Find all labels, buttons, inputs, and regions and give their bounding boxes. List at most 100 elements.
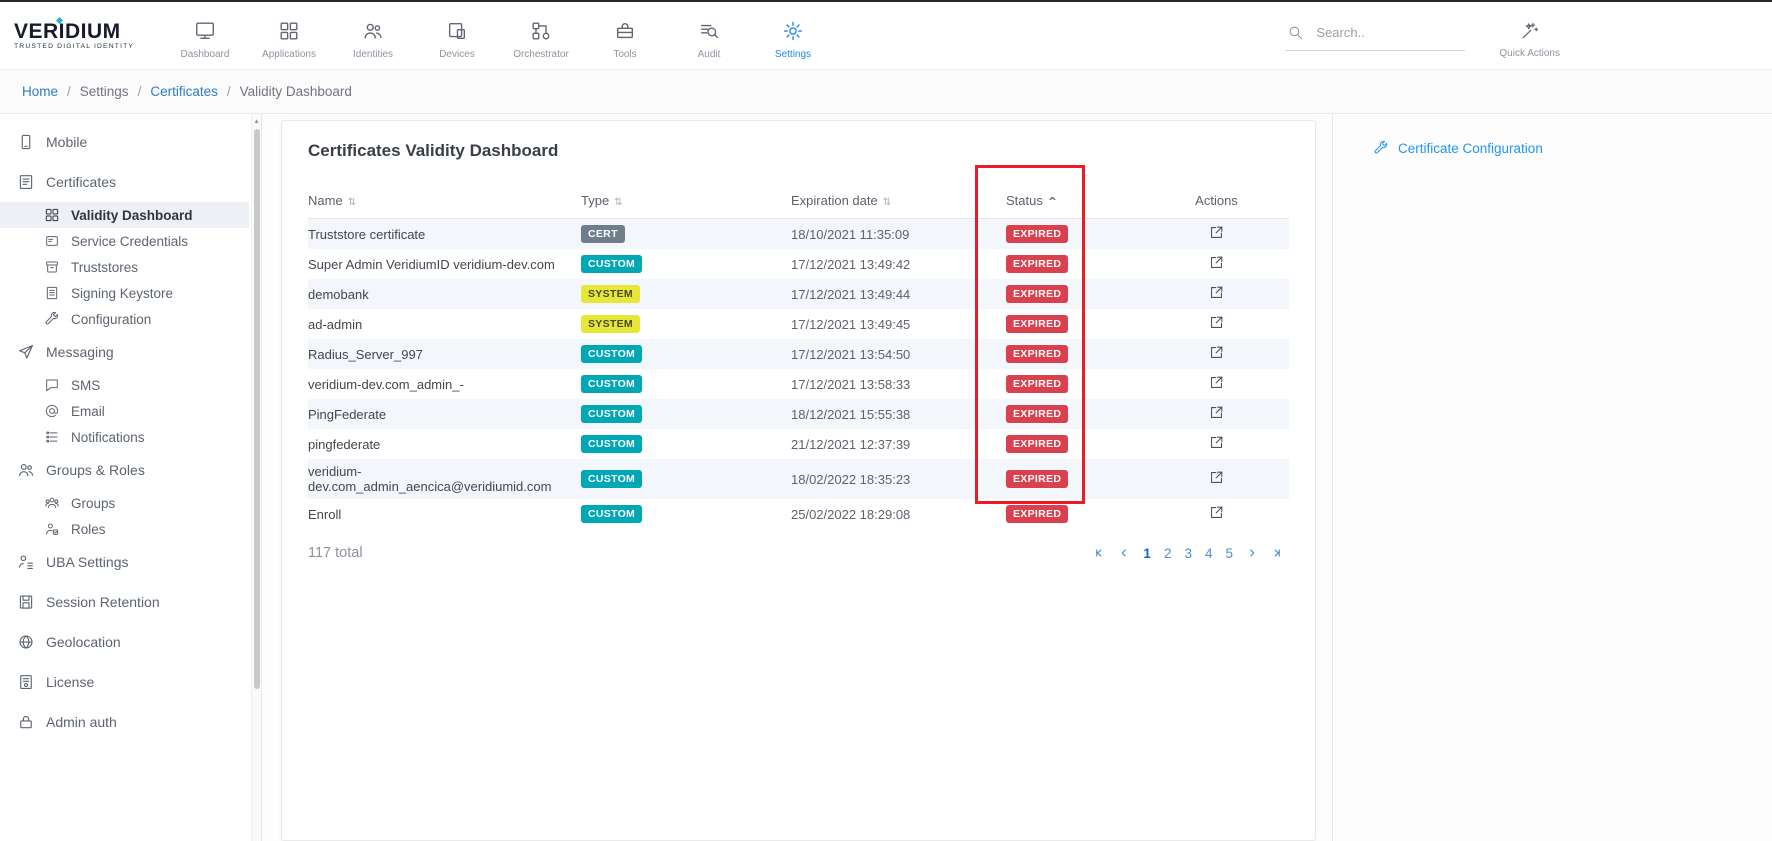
sidebar-item-notifications[interactable]: Notifications — [0, 424, 249, 450]
cell-type: CUSTOM — [581, 369, 791, 399]
signing-keystore-icon — [44, 285, 60, 301]
pagination-page-3[interactable]: 3 — [1184, 546, 1192, 561]
global-search — [1285, 20, 1465, 51]
sidebar-item-geolocation[interactable]: Geolocation — [0, 622, 249, 662]
cell-name: Radius_Server_997 — [308, 339, 581, 369]
pagination-page-1[interactable]: 1 — [1143, 546, 1151, 561]
status-badge: EXPIRED — [1006, 435, 1068, 453]
sidebar-scrollbar-thumb[interactable] — [254, 129, 260, 689]
pagination-last[interactable] — [1271, 547, 1283, 559]
column-header-status[interactable]: Status^ — [1006, 187, 1156, 219]
table-row: demobank SYSTEM 17/12/2021 13:49:44 EXPI… — [308, 279, 1289, 309]
nav-item-tools[interactable]: Tools — [596, 12, 654, 60]
primary-nav: Dashboard Applications Identities Device… — [176, 12, 822, 60]
open-certificate-action-icon[interactable] — [1208, 374, 1225, 391]
nav-item-devices[interactable]: Devices — [428, 12, 486, 60]
sidebar-item-license[interactable]: License — [0, 662, 249, 702]
cell-name: veridium-dev.com_admin_aencica@veridiumi… — [308, 459, 581, 499]
breadcrumb-certificates[interactable]: Certificates — [150, 84, 218, 99]
breadcrumb-separator: / — [138, 84, 142, 99]
nav-item-dashboard[interactable]: Dashboard — [176, 12, 234, 60]
cell-expiration: 17/12/2021 13:58:33 — [791, 369, 1006, 399]
pagination-first[interactable] — [1093, 547, 1105, 559]
column-header-type[interactable]: Type⇅ — [581, 187, 791, 219]
sidebar-item-service-credentials[interactable]: Service Credentials — [0, 228, 249, 254]
nav-item-orchestrator[interactable]: Orchestrator — [512, 12, 570, 60]
validity-dashboard-icon — [44, 207, 60, 223]
sidebar-item-email[interactable]: Email — [0, 398, 249, 424]
right-panel: Certificate Configuration — [1332, 114, 1772, 841]
pagination-next[interactable] — [1246, 547, 1258, 559]
cell-type: CUSTOM — [581, 249, 791, 279]
open-certificate-action-icon[interactable] — [1208, 254, 1225, 271]
breadcrumb-home[interactable]: Home — [22, 84, 58, 99]
nav-item-identities[interactable]: Identities — [344, 12, 402, 60]
sidebar-item-mobile[interactable]: Mobile — [0, 122, 249, 162]
cell-expiration: 18/12/2021 15:55:38 — [791, 399, 1006, 429]
open-certificate-action-icon[interactable] — [1208, 344, 1225, 361]
sidebar-item-certificates[interactable]: Certificates — [0, 162, 249, 202]
column-header-name[interactable]: Name⇅ — [308, 187, 581, 219]
status-badge: EXPIRED — [1006, 505, 1068, 523]
sidebar-item-truststores[interactable]: Truststores — [0, 254, 249, 280]
cell-type: CUSTOM — [581, 399, 791, 429]
sidebar-item-roles[interactable]: Roles — [0, 516, 249, 542]
groups-roles-icon — [17, 461, 35, 479]
status-badge: EXPIRED — [1006, 255, 1068, 273]
brand-logo[interactable]: VERIDIUM TRUSTED DIGITAL IDENTITY — [14, 21, 142, 50]
open-certificate-action-icon[interactable] — [1208, 404, 1225, 421]
cell-status: EXPIRED — [1006, 399, 1156, 429]
table-row: ad-admin SYSTEM 17/12/2021 13:49:45 EXPI… — [308, 309, 1289, 339]
certificate-configuration-link[interactable]: Certificate Configuration — [1373, 140, 1543, 156]
sidebar-item-session-retention[interactable]: Session Retention — [0, 582, 249, 622]
sidebar-item-uba-settings[interactable]: UBA Settings — [0, 542, 249, 582]
sidebar-item-messaging[interactable]: Messaging — [0, 332, 249, 372]
notifications-icon — [44, 429, 60, 445]
sidebar-item-configuration[interactable]: Configuration — [0, 306, 249, 332]
scroll-up-arrow[interactable]: ▲ — [252, 114, 261, 126]
open-certificate-action-icon[interactable] — [1208, 314, 1225, 331]
search-input[interactable] — [1316, 25, 1448, 40]
type-badge: CUSTOM — [581, 255, 642, 273]
applications-icon — [278, 20, 300, 42]
nav-item-settings[interactable]: Settings — [764, 12, 822, 60]
column-header-actions: Actions — [1156, 187, 1289, 219]
nav-item-applications[interactable]: Applications — [260, 12, 318, 60]
open-certificate-action-icon[interactable] — [1208, 284, 1225, 301]
cell-status: EXPIRED — [1006, 369, 1156, 399]
open-certificate-action-icon[interactable] — [1208, 224, 1225, 241]
pagination-prev[interactable] — [1118, 547, 1130, 559]
cell-name: pingfederate — [308, 429, 581, 459]
sms-icon — [44, 377, 60, 393]
cell-status: EXPIRED — [1006, 459, 1156, 499]
pagination-page-4[interactable]: 4 — [1205, 546, 1213, 561]
sidebar-item-groups[interactable]: Groups — [0, 490, 249, 516]
pagination-page-5[interactable]: 5 — [1225, 546, 1233, 561]
sidebar-item-sms[interactable]: SMS — [0, 372, 249, 398]
type-badge: CUSTOM — [581, 470, 642, 488]
sort-indicator: ^ — [1048, 195, 1057, 208]
nav-item-audit[interactable]: Audit — [680, 12, 738, 60]
pagination-page-2[interactable]: 2 — [1164, 546, 1172, 561]
sidebar-scrollbar[interactable]: ▲ — [251, 114, 261, 841]
quick-actions-button[interactable]: Quick Actions — [1499, 13, 1560, 59]
type-badge: CUSTOM — [581, 345, 642, 363]
cell-type: CUSTOM — [581, 339, 791, 369]
open-certificate-action-icon[interactable] — [1208, 469, 1225, 486]
sidebar-item-groups-roles[interactable]: Groups & Roles — [0, 450, 249, 490]
quick-actions-label: Quick Actions — [1499, 48, 1560, 59]
sidebar-item-signing-keystore[interactable]: Signing Keystore — [0, 280, 249, 306]
column-header-expiration-date[interactable]: Expiration date⇅ — [791, 187, 1006, 219]
open-certificate-action-icon[interactable] — [1208, 504, 1225, 521]
table-row: Super Admin VeridiumID veridium-dev.com … — [308, 249, 1289, 279]
tools-icon — [614, 20, 636, 42]
cell-name: Truststore certificate — [308, 219, 581, 250]
search-icon[interactable] — [1287, 24, 1304, 41]
cell-status: EXPIRED — [1006, 219, 1156, 250]
sidebar-item-admin-auth[interactable]: Admin auth — [0, 702, 249, 742]
cell-expiration: 18/02/2022 18:35:23 — [791, 459, 1006, 499]
cell-name: veridium-dev.com_admin_- — [308, 369, 581, 399]
sidebar-item-validity-dashboard[interactable]: Validity Dashboard — [0, 202, 249, 228]
open-certificate-action-icon[interactable] — [1208, 434, 1225, 451]
cell-actions — [1156, 219, 1289, 250]
